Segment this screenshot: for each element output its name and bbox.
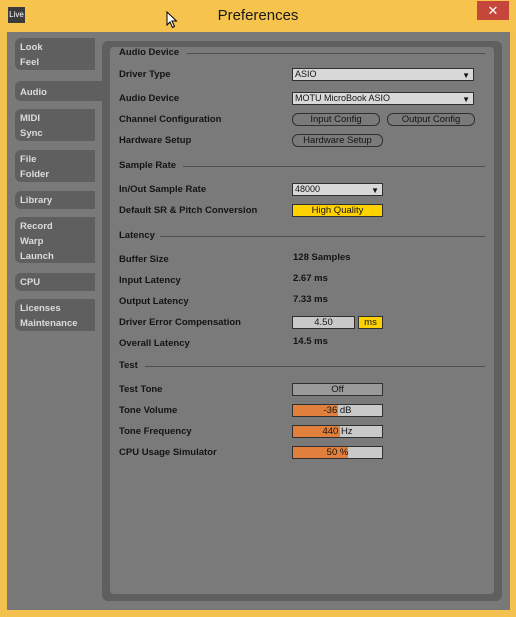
sidebar-item-sync: Sync <box>20 128 43 139</box>
sidebar-item-folder: Folder <box>20 169 50 180</box>
input-latency-value: 2.67 ms <box>293 273 328 284</box>
output-config-button[interactable]: Output Config <box>387 113 475 126</box>
tone-frequency-value: 440 <box>322 426 339 437</box>
output-latency-value: 7.33 ms <box>293 294 328 305</box>
driver-error-unit-toggle[interactable]: ms <box>358 316 383 329</box>
tone-volume-label: Tone Volume <box>119 405 178 416</box>
test-tone-toggle[interactable]: Off <box>292 383 383 396</box>
audio-device-dropdown[interactable]: MOTU MicroBook ASIO ▼ <box>292 92 474 105</box>
cpu-usage-simulator-slider[interactable]: 50 % <box>292 446 383 459</box>
preferences-client-area: Look Feel Audio MIDI Sync File Folder Li… <box>7 32 510 610</box>
driver-type-value: ASIO <box>295 69 317 79</box>
sidebar-tab-audio[interactable]: Audio <box>15 81 103 101</box>
audio-device-label: Audio Device <box>119 93 180 104</box>
test-tone-label: Test Tone <box>119 384 163 395</box>
section-audio-device: Audio Device <box>119 47 180 58</box>
cpu-usage-simulator-value: 50 % <box>326 447 349 458</box>
section-latency: Latency <box>119 230 155 241</box>
driver-error-label: Driver Error Compensation <box>119 317 241 328</box>
default-sr-label: Default SR & Pitch Conversion <box>119 205 258 216</box>
driver-error-compensation-field[interactable]: 4.50 <box>292 316 355 329</box>
tone-volume-value: -36 <box>323 405 338 416</box>
sidebar-tab-record-warp-launch[interactable]: Record Warp Launch <box>15 217 95 263</box>
sidebar-item-look: Look <box>20 42 43 53</box>
in-out-sample-rate-label: In/Out Sample Rate <box>119 184 207 195</box>
sidebar-item-library: Library <box>20 195 53 206</box>
sidebar-tab-file-folder[interactable]: File Folder <box>15 150 95 182</box>
output-latency-label: Output Latency <box>119 296 189 307</box>
channel-config-label: Channel Configuration <box>119 114 222 125</box>
mouse-pointer-icon <box>166 11 178 29</box>
overall-latency-label: Overall Latency <box>119 338 190 349</box>
sidebar-tab-cpu[interactable]: CPU <box>15 273 95 291</box>
sidebar-item-maintenance: Maintenance <box>20 318 78 329</box>
sidebar-item-midi: MIDI <box>20 113 41 124</box>
tone-volume-slider[interactable]: -36 dB <box>292 404 383 417</box>
sidebar-item-launch: Launch <box>20 251 54 262</box>
dropdown-arrow-icon: ▼ <box>462 95 470 104</box>
window-title: Preferences <box>217 7 299 24</box>
sidebar-item-feel: Feel <box>20 57 40 68</box>
cpu-usage-simulator-label: CPU Usage Simulator <box>119 447 217 458</box>
section-test: Test <box>119 360 138 371</box>
input-latency-label: Input Latency <box>119 275 181 286</box>
sidebar-tab-licenses-maintenance[interactable]: Licenses Maintenance <box>15 299 95 331</box>
in-out-sample-rate-value: 48000 <box>295 184 321 194</box>
section-divider <box>160 236 485 237</box>
sidebar-tab-library[interactable]: Library <box>15 191 95 209</box>
dropdown-arrow-icon: ▼ <box>462 71 470 80</box>
sidebar-item-licenses: Licenses <box>20 303 61 314</box>
dropdown-arrow-icon: ▼ <box>371 186 379 195</box>
tone-frequency-slider[interactable]: 440 Hz <box>292 425 383 438</box>
section-sample-rate: Sample Rate <box>119 160 177 171</box>
sidebar-item-audio: Audio <box>20 87 47 98</box>
sidebar-tab-look-feel[interactable]: Look Feel <box>15 38 95 70</box>
tone-volume-unit: dB <box>339 405 352 416</box>
default-sr-button[interactable]: High Quality <box>292 204 383 217</box>
sidebar-tab-midi-sync[interactable]: MIDI Sync <box>15 109 95 141</box>
in-out-sample-rate-dropdown[interactable]: 48000 ▼ <box>292 183 383 196</box>
sidebar-item-cpu: CPU <box>20 277 41 288</box>
sidebar-item-record: Record <box>20 221 53 232</box>
driver-type-label: Driver Type <box>119 69 171 80</box>
sidebar-item-warp: Warp <box>20 236 44 247</box>
audio-device-value: MOTU MicroBook ASIO <box>295 93 391 103</box>
section-divider <box>187 53 485 54</box>
tone-frequency-unit: Hz <box>340 426 353 437</box>
hardware-setup-label: Hardware Setup <box>119 135 192 146</box>
overall-latency-value: 14.5 ms <box>293 336 328 347</box>
hardware-setup-button[interactable]: Hardware Setup <box>292 134 383 147</box>
buffer-size-value: 128 Samples <box>293 252 351 263</box>
sidebar-item-file: File <box>20 154 37 165</box>
section-divider <box>183 166 485 167</box>
driver-type-dropdown[interactable]: ASIO ▼ <box>292 68 474 81</box>
section-divider <box>145 366 485 367</box>
buffer-size-label: Buffer Size <box>119 254 169 265</box>
tone-frequency-label: Tone Frequency <box>119 426 192 437</box>
close-button[interactable]: ✕ <box>477 1 509 20</box>
title-bar: Live Preferences ✕ <box>0 0 516 32</box>
input-config-button[interactable]: Input Config <box>292 113 380 126</box>
